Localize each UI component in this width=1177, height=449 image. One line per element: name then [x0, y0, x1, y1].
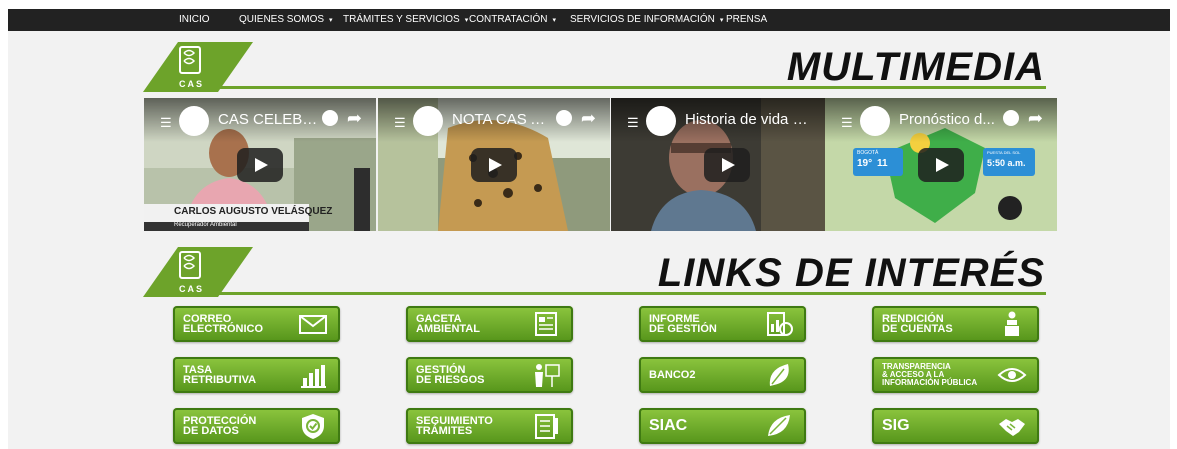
video-title: NOTA CAS A...: [452, 111, 552, 128]
envelope-icon: [299, 315, 327, 334]
nav-label: CONTRATACIÓN: [469, 14, 548, 25]
multimedia-heading: MULTIMEDIA: [786, 45, 1045, 89]
link-gestion-riesgos[interactable]: GESTIÓN DE RIESGOS: [406, 357, 573, 393]
svg-text:CAS: CAS: [179, 79, 204, 89]
video-title: CAS CELEBR...: [218, 111, 318, 128]
watch-later-icon[interactable]: [1003, 110, 1019, 126]
watch-later-icon[interactable]: [322, 110, 338, 126]
link-transparencia[interactable]: TRANSPARENCIA & ACCESO A LA INFORMACIÓN …: [872, 357, 1039, 393]
chevron-down-icon: ▾: [464, 17, 469, 24]
playlist-icon: ☰: [394, 115, 406, 130]
video-thumbnail-2[interactable]: ☰ NOTA CAS A... ➦: [378, 98, 610, 231]
channel-avatar: [179, 106, 209, 136]
playlist-icon: ☰: [160, 115, 172, 130]
link-label: BanCO2: [649, 369, 696, 381]
link-informe-gestion[interactable]: INFORME DE GESTIÓN: [639, 306, 806, 342]
playlist-icon: ☰: [841, 115, 853, 130]
chevron-down-icon: ▾: [719, 17, 724, 24]
speaker-podium-icon: [1005, 311, 1019, 336]
nav-label: PRENSA: [726, 14, 768, 25]
nav-label: QUIENES SOMOS: [239, 14, 325, 25]
video-title: Pronóstico d...: [899, 111, 995, 128]
link-proteccion-datos[interactable]: PROTECCIÓN DE DATOS: [173, 408, 340, 444]
link-label: TRANSPARENCIA & ACCESO A LA INFORMACIÓN …: [882, 362, 978, 387]
link-tasa-retributiva[interactable]: TASA RETRIBUTIVA: [173, 357, 340, 393]
video-thumbnail-1[interactable]: CARLOS AUGUSTO VELÁSQUEZ Recuperador Amb…: [144, 98, 376, 231]
lower-third-role: Recuperador Ambiental: [174, 222, 237, 228]
play-button[interactable]: [471, 148, 517, 182]
chevron-down-icon: ▾: [329, 17, 333, 24]
chevron-down-icon: ▾: [552, 17, 557, 24]
lower-third-name: CARLOS AUGUSTO VELÁSQUEZ: [174, 206, 333, 217]
leaf-icon: [769, 364, 789, 386]
nav-item-prensa[interactable]: PRENSA: [726, 9, 767, 31]
nav-item-contratacion[interactable]: CONTRATACIÓN ▾: [469, 9, 556, 31]
nav-item-inicio[interactable]: INICIO: [179, 9, 210, 31]
link-rendicion-cuentas[interactable]: RENDICIÓN DE CUENTAS: [872, 306, 1039, 342]
link-label: GESTIÓN DE RIESGOS: [416, 364, 485, 386]
nav-item-quienes-somos[interactable]: QUIENES SOMOS ▾: [239, 9, 333, 31]
nav-label: TRÁMITES Y SERVICIOS: [343, 14, 460, 25]
play-button[interactable]: [237, 148, 283, 182]
link-label: PROTECCIÓN DE DATOS: [183, 415, 257, 437]
cas-logo: CAS: [143, 247, 253, 297]
weather-temp-high: 19°: [857, 158, 873, 169]
link-label: INFORME DE GESTIÓN: [649, 313, 717, 335]
top-navbar: INICIO QUIENES SOMOS ▾ TRÁMITES Y SERVICI…: [8, 9, 1170, 31]
nav-label: SERVICIOS DE INFORMACIÓN: [570, 14, 715, 25]
play-button[interactable]: [918, 148, 964, 182]
main-content: CAS MULTIMEDIA CARLOS AUGUSTO VELÁSQUEZ …: [8, 31, 1170, 449]
link-label: RENDICIÓN DE CUENTAS: [882, 313, 953, 335]
link-correo-electronico[interactable]: CORREO ELECTRÓNICO: [173, 306, 340, 342]
checklist-icon: [535, 414, 558, 439]
weather-sunset-label: PUESTA DEL SOL: [987, 150, 1021, 155]
video-thumbnail-4[interactable]: BOGOTÁ 19° 11 PUESTA DEL SOL 5:50 a.m. ☰…: [825, 98, 1057, 231]
link-banco2[interactable]: BanCO2: [639, 357, 806, 393]
weather-city: BOGOTÁ: [857, 150, 879, 156]
channel-avatar: [646, 106, 676, 136]
channel-avatar: [413, 106, 443, 136]
playlist-icon: ☰: [627, 115, 639, 130]
newspaper-icon: [535, 312, 557, 336]
video-thumbnail-3[interactable]: ☰ Historia de vida de...: [611, 98, 843, 231]
link-sig[interactable]: SIG: [872, 408, 1039, 444]
links-heading: LINKS DE INTERÉS: [657, 251, 1045, 295]
play-button[interactable]: [704, 148, 750, 182]
cas-logo: CAS: [143, 42, 253, 92]
eye-icon: [997, 368, 1027, 382]
link-label: SEGUIMIENTO TRÁMITES: [416, 415, 493, 437]
shield-check-icon: [302, 414, 324, 439]
report-chart-icon: [767, 312, 793, 336]
weather-temp-low: 11: [877, 158, 888, 169]
link-label: CORREO ELECTRÓNICO: [183, 313, 264, 335]
nav-item-tramites-servicios[interactable]: TRÁMITES Y SERVICIOS ▾: [343, 9, 468, 31]
link-label: TASA RETRIBUTIVA: [183, 364, 257, 386]
leaves-icon: [768, 415, 790, 436]
link-siac[interactable]: SIAC: [639, 408, 806, 444]
link-label: SIG: [882, 417, 910, 434]
channel-avatar: [860, 106, 890, 136]
link-gaceta-ambiental[interactable]: GACETA AMBIENTAL: [406, 306, 573, 342]
watch-later-icon[interactable]: [556, 110, 572, 126]
nav-item-servicios-informacion[interactable]: SERVICIOS DE INFORMACIÓN ▾: [570, 9, 723, 31]
presenter-icon: [535, 364, 560, 387]
nav-label: INICIO: [179, 14, 210, 25]
link-seguimiento-tramites[interactable]: SEGUIMIENTO TRÁMITES: [406, 408, 573, 444]
video-title: Historia de vida de...: [685, 111, 815, 128]
bar-chart-icon: [301, 365, 326, 388]
link-label: GACETA AMBIENTAL: [416, 313, 480, 335]
share-icon[interactable]: ➦: [347, 108, 362, 129]
link-label: SIAC: [649, 417, 688, 434]
svg-text:CAS: CAS: [179, 284, 204, 294]
share-icon[interactable]: ➦: [581, 108, 596, 129]
weather-sunset-time: 5:50 a.m.: [987, 158, 1026, 168]
handshake-icon: [999, 419, 1025, 436]
share-icon[interactable]: ➦: [1028, 108, 1043, 129]
